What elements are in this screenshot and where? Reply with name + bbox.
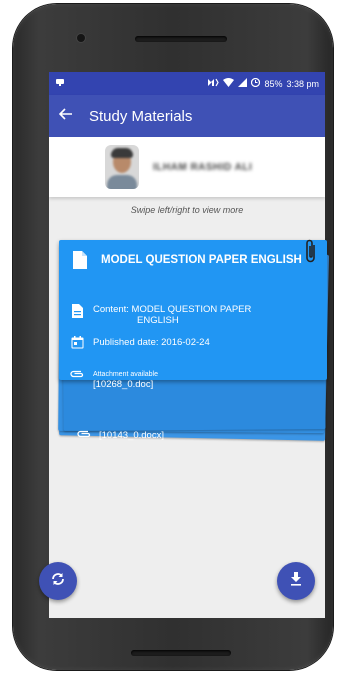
document-icon	[73, 251, 87, 269]
description-icon	[69, 304, 85, 318]
swipe-hint: Swipe left/right to view more	[130, 205, 244, 215]
refresh-icon	[50, 571, 66, 592]
paperclip-icon	[69, 370, 85, 378]
profile-name: ILHAM RASHID ALI	[153, 161, 253, 173]
content-row: Content: MODEL QUESTION PAPER ENGLISH	[69, 304, 253, 326]
calendar-icon	[69, 336, 85, 349]
published-date: Published date: 2016-02-24	[93, 337, 210, 348]
card-header: MODEL QUESTION PAPER ENGLISH	[59, 240, 327, 280]
attachment-row[interactable]: Attachment available [10268_0.doc]	[69, 370, 158, 390]
status-icons: 85% 3:38 pm	[207, 77, 319, 89]
notification-icon	[55, 77, 65, 90]
paperclip-icon	[77, 430, 93, 441]
attachment-clip-icon[interactable]	[305, 238, 317, 269]
page-title: Study Materials	[89, 107, 193, 125]
download-button[interactable]	[277, 562, 315, 600]
earpiece-speaker	[135, 36, 227, 42]
material-card-stack[interactable]: [10143_0.docx] MODEL QUESTION PAPER ENGL…	[58, 240, 331, 441]
content-line-2: ENGLISH	[137, 315, 179, 326]
refresh-button[interactable]	[39, 562, 77, 600]
battery-icon	[251, 77, 261, 89]
app-bar: Study Materials	[49, 95, 325, 137]
content-line-1: Content: MODEL QUESTION PAPER	[93, 304, 252, 315]
status-bar: 85% 3:38 pm	[49, 72, 325, 95]
attachment-file: [10268_0.doc]	[93, 379, 154, 390]
avatar	[105, 145, 139, 189]
download-icon	[290, 571, 302, 591]
back-card-attachment: [10143_0.docx]	[77, 430, 164, 441]
status-time: 3:38 pm	[286, 78, 319, 89]
wifi-icon	[223, 78, 235, 89]
profile-header: ILHAM RASHID ALI	[49, 137, 325, 197]
attachment-label: Attachment available	[93, 371, 158, 378]
published-row: Published date: 2016-02-24	[69, 336, 210, 349]
battery-percent: 85%	[264, 78, 283, 89]
material-card[interactable]: MODEL QUESTION PAPER ENGLISH Content: MO…	[59, 240, 327, 380]
card-title: MODEL QUESTION PAPER ENGLISH	[101, 254, 302, 266]
front-camera	[77, 34, 85, 42]
phone-frame: 85% 3:38 pm Study Materials ILHAM RASHID…	[13, 4, 333, 670]
bottom-speaker	[131, 650, 231, 656]
back-arrow-icon[interactable]	[58, 107, 83, 125]
signal-icon	[238, 78, 248, 89]
back-attachment-file: [10143_0.docx]	[99, 430, 164, 441]
vibrate-icon	[207, 78, 220, 89]
